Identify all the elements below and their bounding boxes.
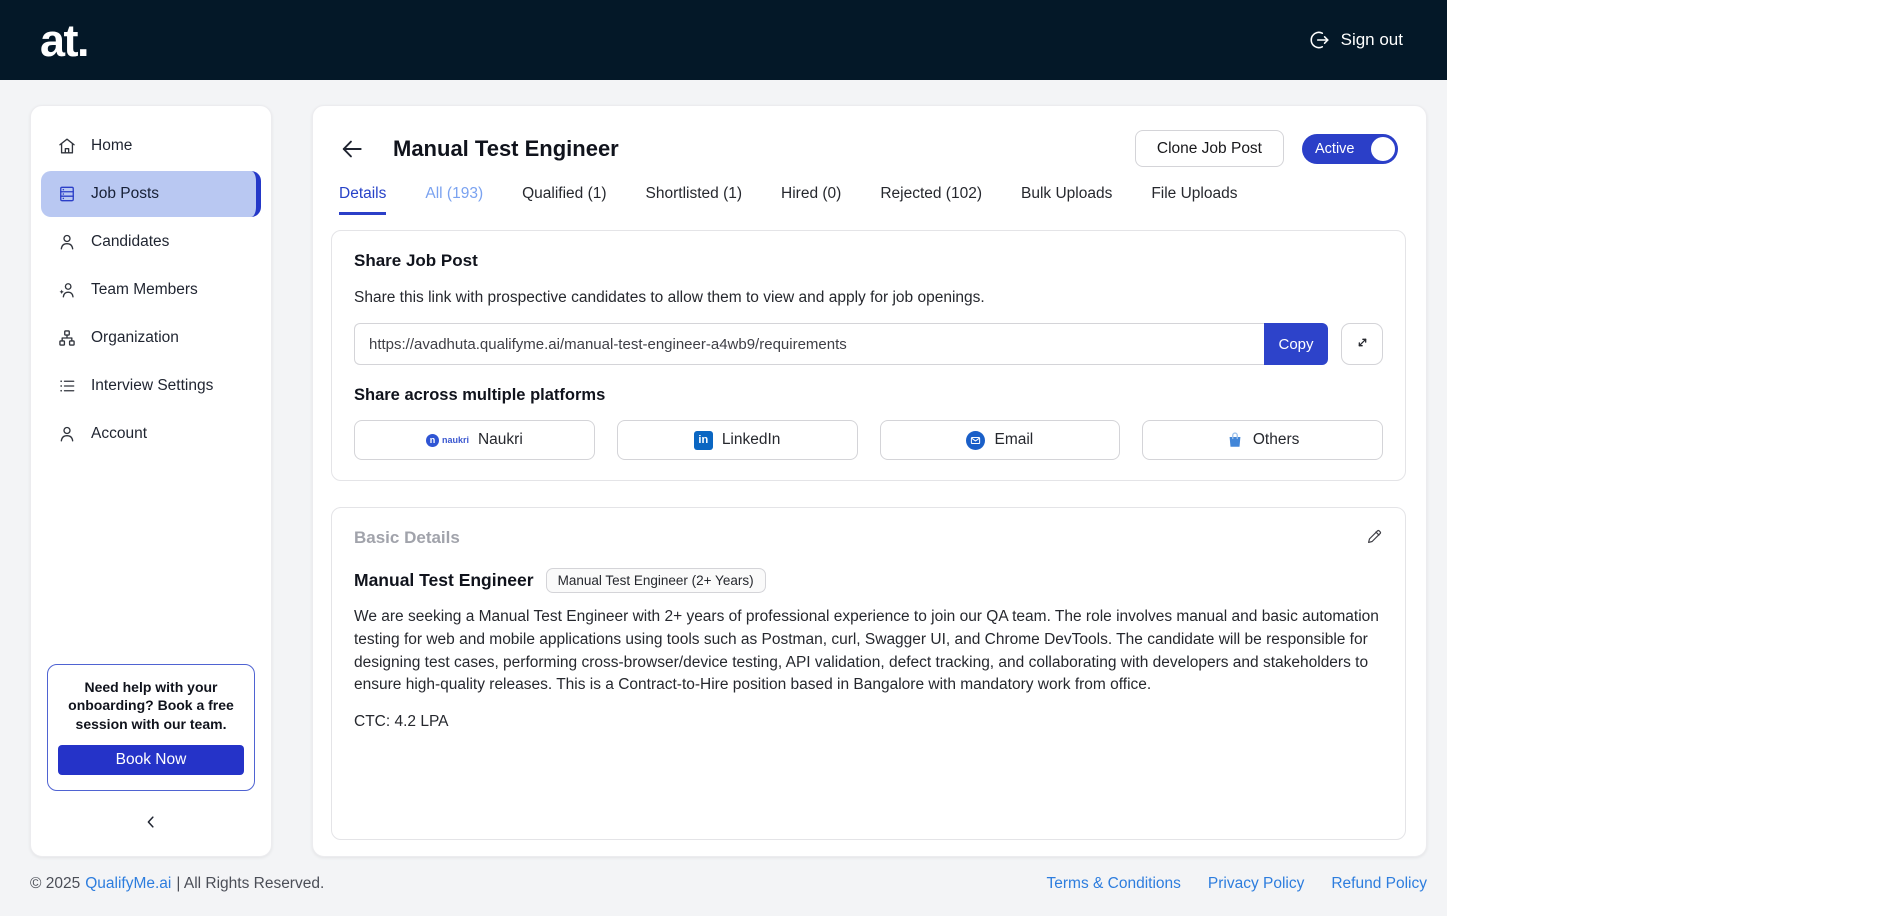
job-title: Manual Test Engineer: [354, 570, 534, 590]
top-bar: at. Sign out: [0, 0, 1447, 80]
app-window: at. Sign out Home Job Posts Candidates T…: [0, 0, 1447, 916]
tab-all[interactable]: All (193): [425, 185, 483, 215]
copyright-line: © 2025 QualifyMe.ai | All Rights Reserve…: [30, 875, 324, 893]
sign-out-label: Sign out: [1340, 30, 1403, 49]
sidebar-item-team-members[interactable]: Team Members: [41, 267, 261, 313]
sidebar-item-organization[interactable]: Organization: [41, 315, 261, 361]
interview-settings-icon: [57, 376, 77, 396]
tab-details[interactable]: Details: [339, 185, 387, 215]
privacy-policy-link[interactable]: Privacy Policy: [1208, 875, 1304, 893]
platform-label: Others: [1252, 431, 1300, 448]
basic-details-header: Basic Details: [354, 528, 1383, 551]
edit-pencil-icon[interactable]: [1365, 528, 1383, 551]
page-title: Manual Test Engineer: [393, 135, 619, 161]
sidebar-item-label: Account: [91, 425, 148, 442]
tab-bulk-uploads[interactable]: Bulk Uploads: [1021, 185, 1112, 215]
footer-links: Terms & Conditions Privacy Policy Refund…: [1047, 875, 1428, 893]
job-posts-icon: [57, 184, 77, 204]
onboarding-help-box: Need help with your onboarding? Book a f…: [47, 663, 255, 791]
sign-out-icon: [1309, 29, 1331, 51]
job-title-badge: Manual Test Engineer (2+ Years): [545, 568, 766, 593]
others-bag-icon: [1226, 431, 1244, 449]
sidebar-item-label: Organization: [91, 329, 179, 346]
tab-shortlisted[interactable]: Shortlisted (1): [646, 185, 742, 215]
candidates-icon: [57, 232, 77, 252]
sidebar-item-label: Candidates: [91, 233, 170, 250]
active-toggle[interactable]: Active: [1302, 133, 1398, 164]
chevron-left-icon: [142, 816, 160, 835]
platform-label: Email: [994, 431, 1034, 448]
basic-details-section: Basic Details Manual Test Engineer Manua…: [331, 507, 1406, 840]
copyright-suffix: | All Rights Reserved.: [176, 874, 325, 892]
toggle-knob: [1371, 136, 1395, 161]
share-platforms-row: n naukri Naukri in LinkedIn Email Others: [354, 420, 1383, 460]
sidebar-item-label: Job Posts: [91, 185, 160, 202]
share-section-description: Share this link with prospective candida…: [354, 289, 985, 306]
home-icon: [57, 136, 77, 156]
clone-job-post-button[interactable]: Clone Job Post: [1134, 130, 1284, 167]
brand-logo[interactable]: at.: [40, 18, 90, 63]
copy-link-button[interactable]: Copy: [1264, 323, 1328, 365]
sidebar-item-account[interactable]: Account: [41, 411, 261, 457]
team-members-icon: [57, 280, 77, 300]
sidebar-item-home[interactable]: Home: [41, 123, 261, 169]
platform-label: LinkedIn: [721, 431, 781, 448]
copyright-prefix: © 2025: [30, 874, 81, 892]
share-link-input[interactable]: [354, 323, 1264, 365]
sidebar: Home Job Posts Candidates Team Members O…: [30, 105, 272, 857]
ctc-value: CTC: 4.2 LPA: [354, 713, 449, 731]
linkedin-icon: in: [693, 430, 713, 450]
terms-conditions-link[interactable]: Terms & Conditions: [1047, 875, 1181, 893]
share-link-row: Copy: [354, 323, 1383, 365]
expand-diagonal-icon: [1354, 334, 1371, 354]
tab-file-uploads[interactable]: File Uploads: [1151, 185, 1237, 215]
tab-hired[interactable]: Hired (0): [781, 185, 841, 215]
platform-label: Naukri: [477, 431, 523, 448]
account-icon: [57, 424, 77, 444]
brand-footer-link[interactable]: QualifyMe.ai: [85, 875, 171, 893]
book-now-button[interactable]: Book Now: [58, 745, 244, 775]
sidebar-item-job-posts[interactable]: Job Posts: [41, 171, 261, 217]
sidebar-item-label: Interview Settings: [91, 377, 214, 394]
tab-rejected[interactable]: Rejected (102): [880, 185, 982, 215]
share-naukri-button[interactable]: n naukri Naukri: [354, 420, 595, 460]
share-platforms-title: Share across multiple platforms: [354, 386, 606, 404]
share-others-button[interactable]: Others: [1142, 420, 1383, 460]
back-arrow-icon[interactable]: [339, 136, 365, 162]
onboarding-help-text: Need help with your onboarding? Book a f…: [68, 678, 234, 732]
email-icon: [966, 430, 986, 450]
sidebar-item-label: Team Members: [91, 281, 198, 298]
sidebar-item-candidates[interactable]: Candidates: [41, 219, 261, 265]
share-email-button[interactable]: Email: [879, 420, 1121, 460]
footer: © 2025 QualifyMe.ai | All Rights Reserve…: [0, 857, 1447, 916]
job-post-tabs: Details All (193) Qualified (1) Shortlis…: [339, 185, 1398, 215]
expand-link-button[interactable]: [1341, 323, 1383, 365]
content-area: Home Job Posts Candidates Team Members O…: [0, 80, 1447, 857]
sidebar-item-interview-settings[interactable]: Interview Settings: [41, 363, 261, 409]
share-linkedin-button[interactable]: in LinkedIn: [616, 420, 858, 460]
sign-out-button[interactable]: Sign out: [1309, 29, 1403, 51]
tab-qualified[interactable]: Qualified (1): [522, 185, 606, 215]
organization-icon: [57, 328, 77, 348]
sidebar-item-label: Home: [91, 137, 133, 154]
basic-details-title: Basic Details: [354, 528, 460, 547]
job-post-panel: Manual Test Engineer Clone Job Post Acti…: [312, 105, 1427, 857]
job-description: We are seeking a Manual Test Engineer wi…: [354, 608, 1379, 694]
active-toggle-label: Active: [1315, 140, 1355, 157]
naukri-icon: n naukri: [425, 433, 469, 447]
job-title-row: Manual Test Engineer Manual Test Enginee…: [354, 568, 1383, 593]
share-section-title: Share Job Post: [354, 251, 478, 270]
job-post-header: Manual Test Engineer Clone Job Post Acti…: [331, 130, 1406, 167]
refund-policy-link[interactable]: Refund Policy: [1331, 875, 1427, 893]
sidebar-collapse-button[interactable]: [31, 797, 271, 844]
share-job-post-section: Share Job Post Share this link with pros…: [331, 230, 1406, 481]
